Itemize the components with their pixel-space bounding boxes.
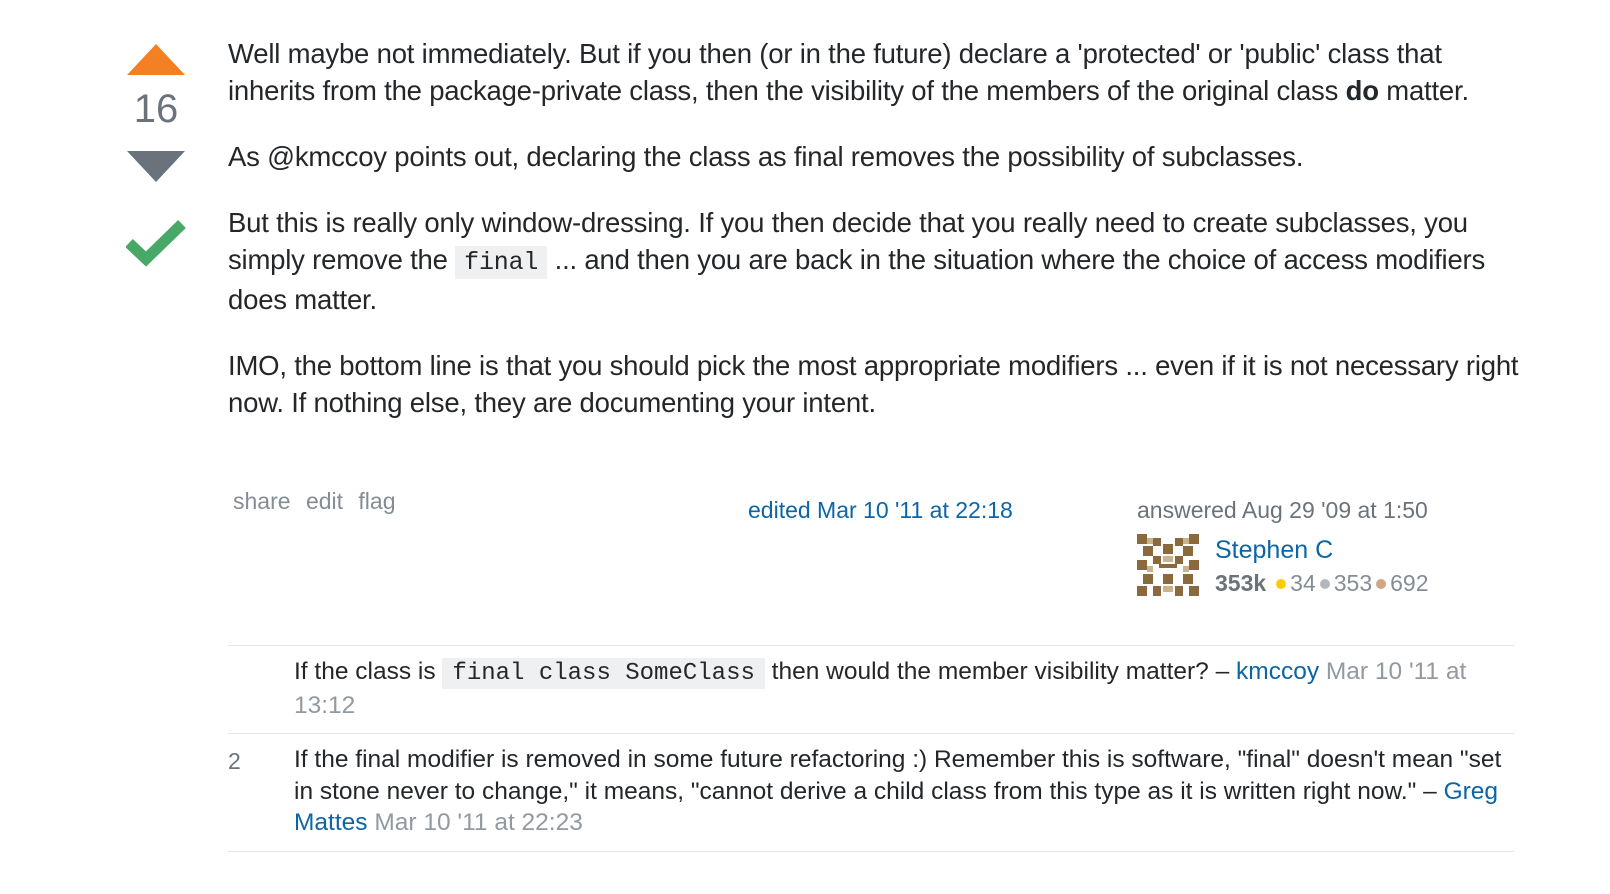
accepted-checkmark-icon [125, 220, 186, 267]
comment-date[interactable]: Mar 10 '11 at 22:23 [374, 809, 583, 836]
avatar[interactable] [1137, 534, 1199, 596]
flag-link[interactable]: flag [358, 488, 395, 514]
upvote-arrow-icon[interactable] [127, 44, 185, 75]
user-stats: 353k 34 353 692 [1215, 566, 1429, 600]
paragraph-text: matter. [1378, 75, 1469, 106]
vote-count: 16 [133, 87, 179, 131]
user-name-link[interactable]: Stephen C [1215, 534, 1429, 566]
gold-badge-icon [1276, 579, 1287, 589]
edited-link[interactable]: edited Mar 10 '11 at 22:18 [748, 497, 1013, 524]
answer-paragraph: IMO, the bottom line is that you should … [228, 350, 1519, 418]
bronze-badge-icon [1376, 579, 1387, 589]
comment-score: 2 [228, 748, 241, 774]
answer-paragraph: But this is really only window-dressing.… [228, 204, 1528, 318]
reputation-score: 353k [1215, 570, 1267, 596]
answer-paragraph: Well maybe not immediately. But if you t… [228, 35, 1528, 109]
silver-badge-count: 353 [1333, 570, 1373, 596]
vote-cell: 16 [118, 40, 194, 273]
inline-code: final class SomeClass [442, 658, 765, 689]
share-link[interactable]: share [233, 488, 291, 514]
answered-timestamp: answered Aug 29 '09 at 1:50 [1137, 497, 1428, 523]
comment-text: If the final modifier is removed in some… [294, 746, 1502, 805]
gold-badge-count: 34 [1290, 570, 1316, 596]
comment: If the class is final class SomeClass th… [228, 646, 1514, 734]
bold-text: do [1345, 75, 1379, 106]
answer-body: Well maybe not immediately. But if you t… [228, 35, 1528, 450]
answer-paragraph: As @kmccoy points out, declaring the cla… [228, 141, 1304, 172]
paragraph-text: Well maybe not immediately. But if you t… [228, 38, 1442, 106]
downvote-arrow-icon[interactable] [127, 151, 185, 182]
silver-badge-icon [1319, 579, 1330, 589]
user-info-card: answered Aug 29 '09 at 1:50 Stephen C 35… [1137, 497, 1497, 598]
post-menu: share edit flag [233, 488, 405, 515]
comment-text: then would the member visibility matter?… [764, 658, 1237, 685]
inline-code: final [455, 246, 548, 279]
bronze-badge-count: 692 [1390, 570, 1429, 596]
comments-list: If the class is final class SomeClass th… [228, 645, 1514, 852]
comment-text: If the class is [294, 658, 443, 685]
edit-link[interactable]: edit [306, 488, 343, 514]
comment: 2 If the final modifier is removed in so… [228, 734, 1514, 852]
comment-user-link[interactable]: kmccoy [1236, 658, 1319, 685]
